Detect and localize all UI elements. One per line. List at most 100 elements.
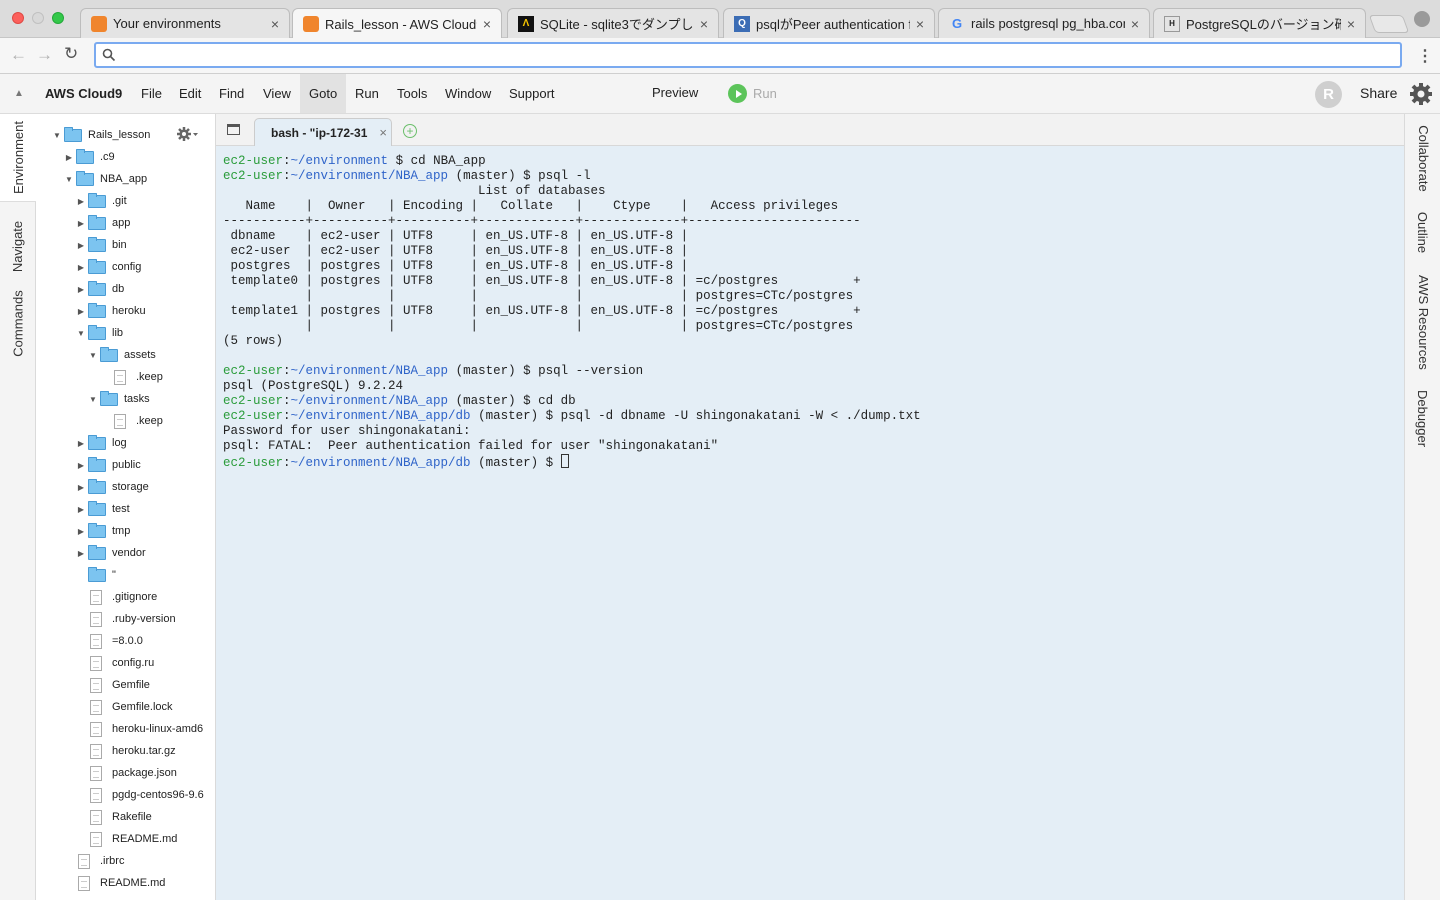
tree-settings-gear-icon[interactable] <box>177 127 199 141</box>
menu-find[interactable]: Find <box>210 74 253 113</box>
preview-button[interactable]: Preview <box>652 74 698 111</box>
expanded-caret-icon[interactable]: ▼ <box>88 395 98 404</box>
new-tab-plus-icon[interactable]: + <box>403 124 417 138</box>
close-tab-icon[interactable]: × <box>916 16 924 32</box>
menu-window[interactable]: Window <box>436 74 500 113</box>
tree-file[interactable]: =8.0.0 <box>76 630 143 652</box>
browser-tab[interactable]: H PostgreSQLのバージョン確認… × <box>1153 8 1366 38</box>
browser-tab[interactable]: Grails postgresql pg_hba.conf… × <box>938 8 1150 38</box>
menu-run[interactable]: Run <box>346 74 388 113</box>
browser-tab[interactable]: Your environments × <box>80 8 290 38</box>
tree-folder[interactable]: ▶ log <box>76 432 127 454</box>
tree-file[interactable]: config.ru <box>76 652 154 674</box>
collapsed-caret-icon[interactable]: ▶ <box>76 439 86 448</box>
menu-goto[interactable]: Goto <box>300 74 347 113</box>
tree-folder[interactable]: ▶ tmp <box>76 520 130 542</box>
menu-edit[interactable]: Edit <box>170 74 210 113</box>
maximize-window-button[interactable] <box>52 12 64 24</box>
expanded-caret-icon[interactable]: ▼ <box>52 131 62 140</box>
tree-folder[interactable]: ▶ bin <box>76 234 127 256</box>
tree-folder[interactable]: ▼ assets <box>88 344 156 366</box>
avatar[interactable]: R <box>1315 81 1342 108</box>
collapse-menubar-icon[interactable]: ▲ <box>14 88 24 99</box>
collapsed-caret-icon[interactable]: ▶ <box>76 461 86 470</box>
tree-folder[interactable]: ▶ db <box>76 278 124 300</box>
tree-file[interactable]: Gemfile.lock <box>76 696 173 718</box>
expanded-caret-icon[interactable]: ▼ <box>76 329 86 338</box>
tree-file[interactable]: README.md <box>76 828 177 850</box>
tree-file[interactable]: heroku.tar.gz <box>76 740 176 762</box>
new-tab-button[interactable] <box>1368 15 1410 33</box>
collapsed-caret-icon[interactable]: ▶ <box>76 197 86 206</box>
collapsed-caret-icon[interactable]: ▶ <box>76 219 86 228</box>
tree-folder[interactable]: ▶ public <box>76 454 141 476</box>
tree-file[interactable]: Gemfile <box>76 674 150 696</box>
menu-tools[interactable]: Tools <box>388 74 436 113</box>
tree-folder[interactable]: ▶ .git <box>76 190 127 212</box>
menu-support[interactable]: Support <box>500 74 564 113</box>
back-icon[interactable]: ← <box>10 45 27 65</box>
close-window-button[interactable] <box>12 12 24 24</box>
tree-file[interactable]: .keep <box>100 366 163 388</box>
tree-file[interactable]: .keep <box>100 410 163 432</box>
collapsed-caret-icon[interactable]: ▶ <box>64 153 74 162</box>
collapsed-caret-icon[interactable]: ▶ <box>76 549 86 558</box>
collapsed-caret-icon[interactable]: ▶ <box>76 285 86 294</box>
tree-folder[interactable]: ▼ lib <box>76 322 123 344</box>
menu-view[interactable]: View <box>254 74 300 113</box>
terminal-output[interactable]: ec2-user:~/environment $ cd NBA_app ec2-u… <box>223 154 921 470</box>
minimize-window-button[interactable] <box>32 12 44 24</box>
collapsed-caret-icon[interactable]: ▶ <box>76 307 86 316</box>
close-tab-icon[interactable]: × <box>1131 16 1139 32</box>
tree-file[interactable]: Rakefile <box>76 806 152 828</box>
collapsed-caret-icon[interactable]: ▶ <box>76 263 86 272</box>
panel-tab-debugger[interactable]: Debugger <box>1405 384 1440 452</box>
tree-folder[interactable]: ▼ tasks <box>88 388 150 410</box>
panel-tab-commands[interactable]: Commands <box>0 280 36 366</box>
run-button[interactable]: Run <box>728 84 777 103</box>
expanded-caret-icon[interactable]: ▼ <box>64 175 74 184</box>
browser-menu-icon[interactable]: ⋮ <box>1417 46 1433 66</box>
collapsed-caret-icon[interactable]: ▶ <box>76 527 86 536</box>
gear-icon[interactable] <box>1409 82 1433 106</box>
forward-icon[interactable]: → <box>36 45 53 65</box>
share-button[interactable]: Share <box>1360 74 1397 113</box>
tree-folder[interactable]: ▶ test <box>76 498 130 520</box>
expanded-caret-icon[interactable]: ▼ <box>88 351 98 360</box>
close-tab-icon[interactable]: × <box>1347 16 1355 32</box>
browser-tab[interactable]: Rails_lesson - AWS Cloud9 × <box>292 8 502 39</box>
tree-file[interactable]: .gitignore <box>76 586 157 608</box>
tree-file[interactable]: .ruby-version <box>76 608 176 630</box>
close-tab-icon[interactable]: × <box>271 16 279 32</box>
close-tab-icon[interactable]: × <box>700 16 708 32</box>
collapsed-caret-icon[interactable]: ▶ <box>76 241 86 250</box>
tab-terminal-bash[interactable]: bash - "ip-172-31 × <box>254 118 392 146</box>
url-input[interactable] <box>94 42 1402 68</box>
profile-icon[interactable] <box>1414 11 1430 27</box>
tree-folder[interactable]: ▶ app <box>76 212 130 234</box>
browser-tab[interactable]: QpsqlがPeer authentication fa… × <box>723 8 935 38</box>
close-tab-icon[interactable]: × <box>483 16 491 32</box>
close-tab-icon[interactable]: × <box>379 125 387 140</box>
tab-list-icon[interactable] <box>227 124 240 135</box>
panel-tab-navigate[interactable]: Navigate <box>0 210 36 282</box>
tree-folder[interactable]: ▶ .c9 <box>64 146 115 168</box>
panel-tab-aws-resources[interactable]: AWS Resources <box>1405 266 1440 378</box>
browser-tab[interactable]: Λ SQLite - sqlite3でダンプした… × <box>507 8 719 38</box>
tree-folder[interactable]: ▶ config <box>76 256 141 278</box>
panel-tab-environment[interactable]: Environment <box>0 114 36 202</box>
panel-tab-outline[interactable]: Outline <box>1405 206 1440 258</box>
tree-file[interactable]: package.json <box>76 762 177 784</box>
tree-file[interactable]: heroku-linux-amd6 <box>76 718 203 740</box>
tree-folder[interactable]: ▶ heroku <box>76 300 146 322</box>
tree-folder[interactable]: ▶ storage <box>76 476 149 498</box>
tree-folder[interactable]: " <box>76 564 116 586</box>
reload-icon[interactable]: ↻ <box>64 44 78 64</box>
tree-file[interactable]: pgdg-centos96-9.6 <box>76 784 204 806</box>
tree-folder[interactable]: ▼ Rails_lesson <box>52 124 150 146</box>
tree-folder[interactable]: ▼ NBA_app <box>64 168 147 190</box>
panel-tab-collaborate[interactable]: Collaborate <box>1405 118 1440 198</box>
tree-file[interactable]: .irbrc <box>64 850 124 872</box>
tree-folder[interactable]: ▶ vendor <box>76 542 146 564</box>
collapsed-caret-icon[interactable]: ▶ <box>76 505 86 514</box>
